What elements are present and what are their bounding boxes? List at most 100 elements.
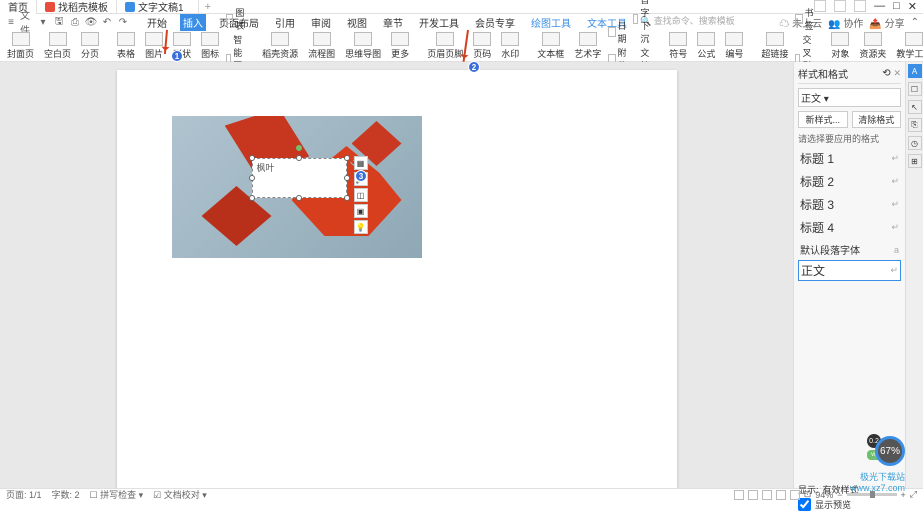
zoom-fit-icon[interactable]: ⊡ xyxy=(804,489,812,500)
page-indicator[interactable]: 页面: 1/1 xyxy=(6,488,42,501)
zoom-out-button[interactable]: − xyxy=(837,490,842,500)
number-button[interactable]: 编号 xyxy=(722,32,746,60)
resize-handle[interactable] xyxy=(249,175,255,181)
tab-developer[interactable]: 开发工具 xyxy=(416,14,462,31)
view-web-icon[interactable] xyxy=(776,490,786,500)
rotate-handle[interactable] xyxy=(296,145,302,151)
resize-handle[interactable] xyxy=(344,175,350,181)
style-default-font[interactable]: 默认段落字体a xyxy=(798,239,901,260)
resize-handle[interactable] xyxy=(249,195,255,201)
side-tab-help[interactable]: ⊞ xyxy=(908,154,922,168)
undo-icon[interactable]: ↶ xyxy=(100,16,114,28)
view-page-icon[interactable] xyxy=(734,490,744,500)
resource-lib-button[interactable]: 资源夹 xyxy=(856,32,889,60)
page-break-button[interactable]: 分页 xyxy=(78,32,102,60)
teaching-tools-button[interactable]: 教学工具 xyxy=(893,32,923,60)
share-button[interactable]: 📤 分享 xyxy=(869,15,904,30)
close-button[interactable]: ✕ xyxy=(908,0,917,13)
tab-view[interactable]: 视图 xyxy=(344,14,370,31)
clear-format-button[interactable]: 清除格式 xyxy=(852,111,902,128)
tab-review[interactable]: 审阅 xyxy=(308,14,334,31)
redo-icon[interactable]: ↷ xyxy=(116,16,130,28)
style-heading4[interactable]: 标题 4↵ xyxy=(798,216,901,239)
watermark-button[interactable]: 水印 xyxy=(498,32,522,60)
equation-button[interactable]: 公式 xyxy=(694,32,718,60)
fit-page-icon[interactable]: ⤢ xyxy=(910,489,917,500)
tab-references[interactable]: 引用 xyxy=(272,14,298,31)
table-button[interactable]: 表格 xyxy=(114,32,138,60)
tab-section[interactable]: 章节 xyxy=(380,14,406,31)
file-menu[interactable]: 文件 xyxy=(20,16,34,28)
tab-document[interactable]: 文字文稿1 xyxy=(117,0,199,14)
style-heading1[interactable]: 标题 1↵ xyxy=(798,147,901,170)
mindmap-button[interactable]: 思维导图 xyxy=(342,32,384,60)
zoom-value[interactable]: 94% xyxy=(815,490,833,500)
outline-button[interactable]: ◫ xyxy=(354,188,368,202)
current-style-select[interactable]: 正文 ▾ xyxy=(798,88,901,107)
view-fullscreen-icon[interactable] xyxy=(790,490,800,500)
header-footer-button[interactable]: 页眉页脚 xyxy=(424,32,466,60)
page-number-button[interactable]: 页码 xyxy=(470,32,494,60)
save-icon[interactable]: 🖫 xyxy=(52,16,66,28)
flowchart-button[interactable]: 流程图 xyxy=(305,32,338,60)
panel-pin-icon[interactable]: ⟲ xyxy=(882,68,890,79)
side-tab-limit[interactable]: ☐ xyxy=(908,82,922,96)
side-tab-property[interactable]: ◷ xyxy=(908,136,922,150)
more-button[interactable]: 更多 xyxy=(388,32,412,60)
new-tab-button[interactable]: + xyxy=(199,1,217,13)
tab-start[interactable]: 开始 xyxy=(144,14,170,31)
tab-template[interactable]: 找稻壳模板 xyxy=(37,0,117,14)
layout-options-button[interactable]: ▦ xyxy=(354,156,368,170)
fill-button[interactable]: 🖌 xyxy=(354,172,368,186)
tab-member[interactable]: 会员专享 xyxy=(472,14,518,31)
chart-button[interactable]: 图表 xyxy=(226,6,247,32)
minimize-button[interactable]: — xyxy=(874,0,885,13)
shape-effects-button[interactable]: ▣ xyxy=(354,204,368,218)
menu-icon[interactable]: ≡ xyxy=(4,16,18,28)
blank-page-button[interactable]: 空白页 xyxy=(41,32,74,60)
collab-button[interactable]: 👥 协作 xyxy=(828,15,863,30)
icon-button[interactable]: 图标 xyxy=(198,32,222,60)
dock-resource-button[interactable]: 稻壳资源 xyxy=(259,32,301,60)
spellcheck-toggle[interactable]: ☐ 拼写检查 ▾ xyxy=(90,488,144,501)
style-heading2[interactable]: 标题 2↵ xyxy=(798,170,901,193)
cover-page-button[interactable]: 封面页 xyxy=(4,32,37,60)
style-heading3[interactable]: 标题 3↵ xyxy=(798,193,901,216)
textbox-button[interactable]: 文本框 xyxy=(534,32,567,60)
resize-handle[interactable] xyxy=(249,155,255,161)
resize-handle[interactable] xyxy=(344,195,350,201)
resize-handle[interactable] xyxy=(296,195,302,201)
object-button[interactable]: 对象 xyxy=(828,32,852,60)
collapse-ribbon-icon[interactable]: ⌃ xyxy=(911,17,919,28)
doc-check-toggle[interactable]: ☑ 文档校对 ▾ xyxy=(153,488,207,501)
picture-button[interactable]: 图片 xyxy=(142,32,166,60)
view-read-icon[interactable] xyxy=(762,490,772,500)
new-style-button[interactable]: 新样式... xyxy=(798,111,848,128)
drop-cap-button[interactable]: 首字下沉 xyxy=(633,0,654,45)
date-button[interactable]: 日期 xyxy=(608,19,629,45)
grid-icon[interactable] xyxy=(834,0,846,12)
tab-insert[interactable]: 插入 xyxy=(180,14,206,31)
word-count[interactable]: 字数: 2 xyxy=(52,488,80,501)
resize-handle[interactable] xyxy=(344,155,350,161)
symbol-button[interactable]: 符号 xyxy=(666,32,690,60)
side-tab-styles[interactable]: A xyxy=(908,64,922,78)
panel-close-button[interactable]: ✕ xyxy=(893,68,901,78)
document-canvas[interactable]: 枫叶 ⚓ ▦ 🖌 ◫ ▣ 💡 xyxy=(0,62,793,488)
side-tab-backup[interactable]: ⎘ xyxy=(908,118,922,132)
tab-draw-tools[interactable]: 绘图工具 xyxy=(528,14,574,31)
preview-icon[interactable]: 👁 xyxy=(84,16,98,28)
view-outline-icon[interactable] xyxy=(748,490,758,500)
maximize-button[interactable]: □ xyxy=(893,0,900,13)
style-normal[interactable]: 正文↵ xyxy=(798,260,901,281)
resize-handle[interactable] xyxy=(296,155,302,161)
bookmark-button[interactable]: 书签 xyxy=(795,6,816,32)
selected-textbox[interactable]: 枫叶 ⚓ xyxy=(252,158,347,198)
shape-button[interactable]: 形状 xyxy=(170,32,194,60)
more-options-button[interactable]: 💡 xyxy=(354,220,368,234)
print-icon[interactable]: ⎙ xyxy=(68,16,82,28)
hyperlink-button[interactable]: 超链接 xyxy=(758,32,791,60)
textbox-content[interactable]: 枫叶 xyxy=(257,161,275,174)
wordart-button[interactable]: 艺术字 xyxy=(571,32,604,60)
file-dropdown[interactable]: ▾ xyxy=(36,16,50,28)
